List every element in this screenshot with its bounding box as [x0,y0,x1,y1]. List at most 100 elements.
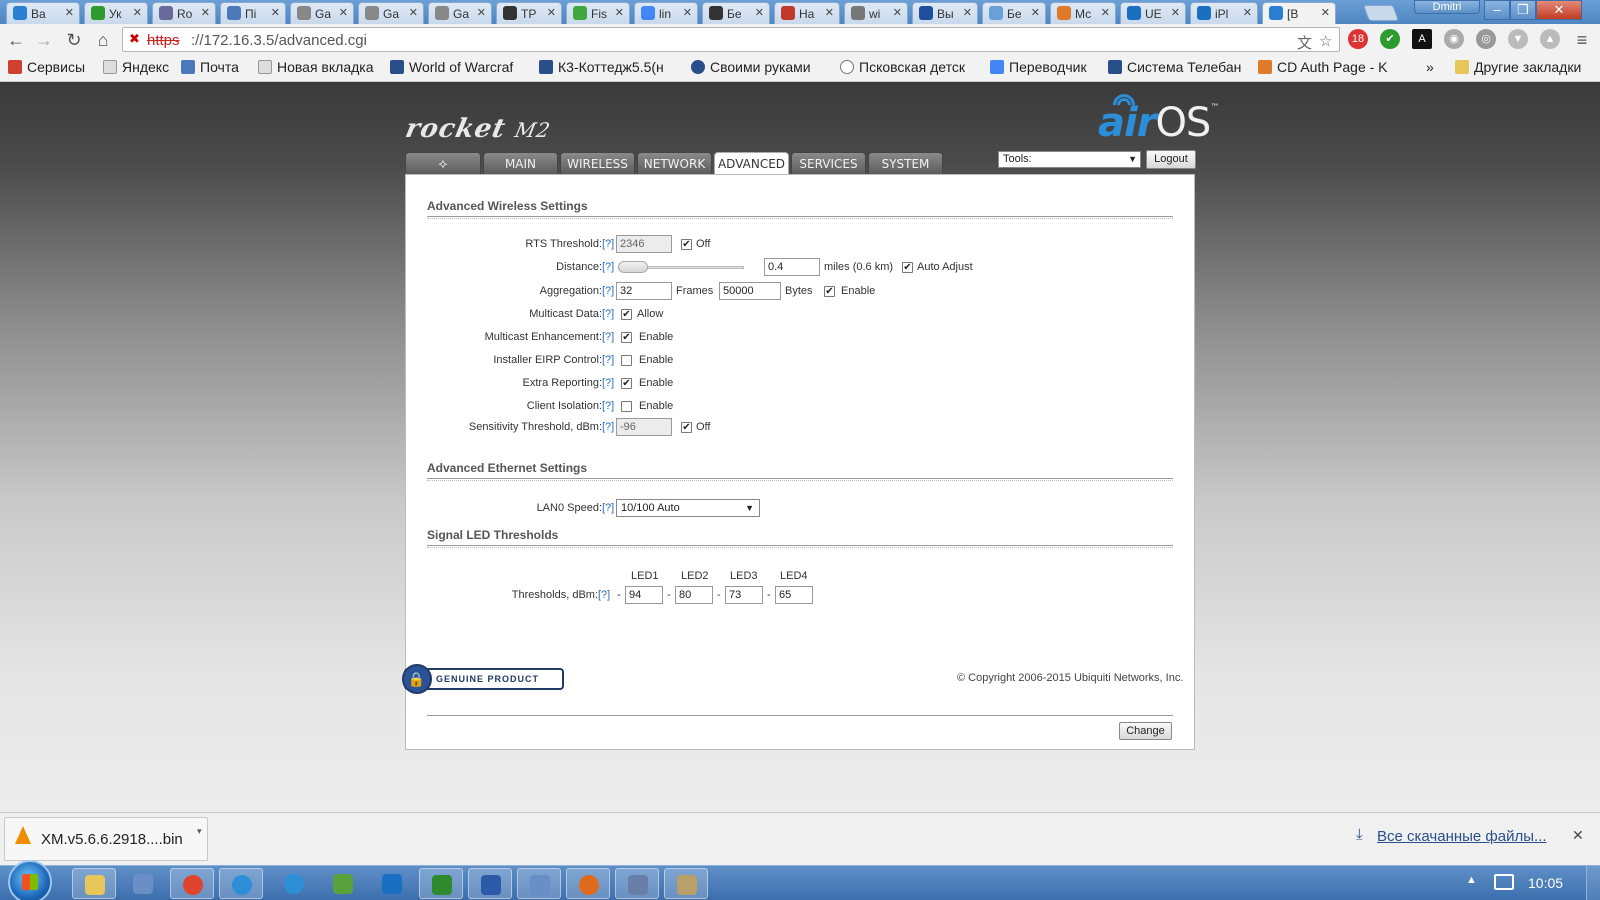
bookmark-item[interactable]: Сервисы [8,59,92,75]
led4-threshold-input[interactable]: 65 [775,586,813,604]
tab-system[interactable]: SYSTEM [868,152,943,175]
translate-icon[interactable]: 文 [1297,32,1312,53]
back-icon[interactable]: ← [4,28,28,52]
tab-ubnt-logo[interactable]: ⟡ [405,152,481,175]
show-desktop-button[interactable] [1586,866,1600,900]
eirp-control-checkbox[interactable] [621,355,632,366]
bookmark-item[interactable]: Псковская детск [840,59,980,75]
ext-globe-icon[interactable]: ◉ [1444,29,1464,49]
bookmark-item[interactable]: Яндекс [103,59,173,75]
ext-guard-icon[interactable]: ▼ [1508,29,1528,49]
close-icon[interactable]: ✕ [755,6,764,19]
aggregation-enable-checkbox[interactable]: ✔ [824,286,835,297]
help-link[interactable]: [?] [602,308,614,320]
bookmark-item[interactable]: Система Телебан [1108,59,1244,75]
ext-drive-icon[interactable]: ▲ [1540,29,1560,49]
browser-tab[interactable]: wi ✕ [844,2,908,24]
menu-icon[interactable]: ≡ [1570,28,1594,52]
browser-tab[interactable]: Fis ✕ [566,2,630,24]
chevron-down-icon[interactable]: ▾ [197,826,202,837]
taskbar-app[interactable] [219,868,263,899]
browser-tab[interactable]: Ba ✕ [6,2,80,24]
aggregation-frames-input[interactable]: 32 [616,282,672,300]
browser-tab[interactable]: lin ✕ [634,2,698,24]
home-icon[interactable]: ⌂ [91,28,115,52]
bookmarks-overflow[interactable]: » [1426,59,1434,75]
taskbar-app[interactable] [72,868,116,899]
new-tab-button[interactable] [1363,5,1399,21]
client-isolation-checkbox[interactable] [621,401,632,412]
help-link[interactable]: [?] [602,238,614,250]
taskbar-app[interactable] [566,868,610,899]
ext-18plus-icon[interactable]: 18 [1348,29,1368,49]
forward-icon[interactable]: → [32,28,56,52]
change-button[interactable]: Change [1119,722,1172,740]
taskbar-app[interactable] [664,868,708,899]
browser-tab[interactable]: [B ✕ [1262,2,1336,25]
taskbar-app[interactable] [419,868,463,899]
close-icon[interactable]: ✕ [963,6,972,19]
insecure-lock-icon[interactable]: ✖ [129,32,143,46]
bookmark-item[interactable]: К3-Коттедж5.5(н [539,59,677,75]
tray-expand-icon[interactable]: ▲ [1466,874,1477,886]
browser-tab[interactable]: Ga ✕ [290,2,354,24]
browser-tab[interactable]: Ga ✕ [428,2,492,24]
profile-badge[interactable]: Dmitri [1414,0,1480,14]
taskbar-app[interactable] [121,868,165,899]
help-link[interactable]: [?] [602,400,614,412]
rts-off-checkbox[interactable]: ✔ [681,239,692,250]
close-icon[interactable]: ✕ [1243,6,1252,19]
ext-a-icon[interactable]: A [1412,29,1432,49]
help-link[interactable]: [?] [602,377,614,389]
help-link[interactable]: [?] [602,354,614,366]
help-link[interactable]: [?] [598,589,610,601]
browser-tab[interactable]: Ro ✕ [152,2,216,24]
browser-tab[interactable]: Ук ✕ [84,2,148,24]
tab-advanced[interactable]: ADVANCED [714,152,789,176]
bookmark-item[interactable]: CD Auth Page - K [1258,59,1400,75]
taskbar-app[interactable] [468,868,512,899]
browser-tab[interactable]: Бе ✕ [982,2,1046,24]
address-bar[interactable]: ✖ https ://172.16.3.5/advanced.cgi 文 ☆ [122,27,1340,52]
taskbar-app[interactable] [370,868,414,899]
help-link[interactable]: [?] [602,421,614,433]
tab-services[interactable]: SERVICES [791,152,866,175]
help-link[interactable]: [?] [602,502,614,514]
bookmark-item[interactable]: Своими руками [691,59,821,75]
led3-threshold-input[interactable]: 73 [725,586,763,604]
close-icon[interactable]: ✕ [133,6,142,19]
ext-web-icon[interactable]: ◎ [1476,29,1496,49]
browser-tab[interactable]: UE ✕ [1120,2,1186,24]
close-icon[interactable]: ✕ [477,6,486,19]
close-icon[interactable]: ✕ [547,6,556,19]
network-tray-icon[interactable] [1494,874,1514,890]
close-icon[interactable]: ✕ [825,6,834,19]
close-icon[interactable]: ✕ [339,6,348,19]
reload-icon[interactable]: ↻ [62,28,86,52]
taskbar-clock[interactable]: 10:05 [1528,875,1563,891]
close-icon[interactable]: ✕ [615,6,624,19]
led2-threshold-input[interactable]: 80 [675,586,713,604]
ext-shield-icon[interactable]: ✔ [1380,29,1400,49]
help-link[interactable]: [?] [602,285,614,297]
taskbar-app[interactable] [615,868,659,899]
browser-tab[interactable]: TP ✕ [496,2,562,24]
help-link[interactable]: [?] [602,331,614,343]
distance-input[interactable]: 0.4 [764,258,820,276]
close-icon[interactable]: ✕ [1171,6,1180,19]
browser-tab[interactable]: Бе ✕ [702,2,770,24]
tab-main[interactable]: MAIN [483,152,558,175]
aggregation-bytes-input[interactable]: 50000 [719,282,781,300]
rts-threshold-input[interactable]: 2346 [616,235,672,253]
browser-tab[interactable]: iPl ✕ [1190,2,1258,24]
taskbar-app[interactable] [517,868,561,899]
browser-tab[interactable]: Мс ✕ [1050,2,1116,24]
tab-network[interactable]: NETWORK [637,152,712,175]
distance-slider-knob[interactable] [618,261,648,273]
help-link[interactable]: [?] [602,261,614,273]
tools-dropdown[interactable]: Tools: ▼ [998,151,1141,168]
sensitivity-threshold-input[interactable]: -96 [616,418,672,436]
bookmark-item[interactable]: Новая вкладка [258,59,380,75]
browser-tab[interactable]: На ✕ [774,2,840,24]
download-item[interactable]: XM.v5.6.6.2918....bin ▾ [4,817,208,861]
